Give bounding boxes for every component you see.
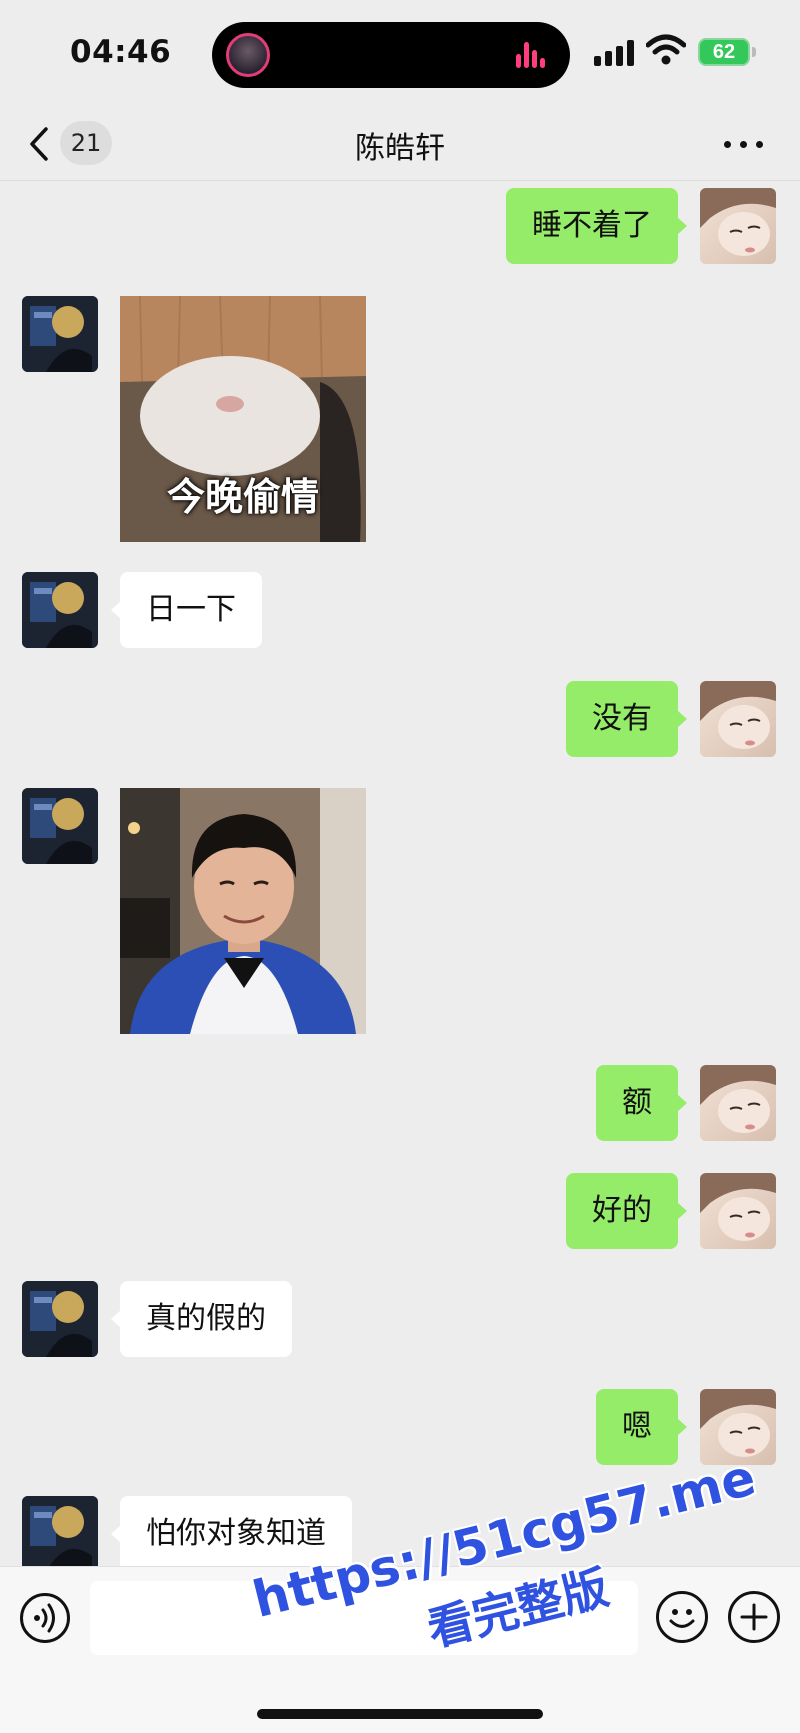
ellipsis-icon	[724, 141, 731, 148]
message-row	[0, 788, 800, 1034]
message-bubble-self[interactable]: 没有	[566, 681, 687, 757]
message-bubble-self[interactable]: 嗯	[596, 1389, 687, 1465]
home-indicator[interactable]	[257, 1709, 543, 1719]
contact-avatar[interactable]	[22, 1281, 98, 1357]
emoji-button[interactable]	[656, 1591, 708, 1643]
message-row: 好的	[0, 1173, 800, 1249]
self-avatar[interactable]	[700, 1065, 776, 1141]
battery-cap	[752, 47, 756, 57]
status-bar: 04:46 62	[0, 0, 800, 105]
chat-input-bar	[0, 1566, 800, 1733]
status-time: 04:46	[70, 34, 172, 70]
photo-sticker-image[interactable]	[120, 788, 366, 1034]
sticker-caption: 今晚偷情	[166, 475, 319, 519]
plus-icon	[740, 1603, 768, 1631]
music-avatar-icon	[226, 33, 270, 77]
chat-title: 陈皓轩	[355, 131, 445, 166]
message-input[interactable]	[90, 1581, 638, 1655]
contact-avatar[interactable]	[22, 572, 98, 648]
message-bubble-other[interactable]: 日一下	[111, 572, 262, 648]
voice-icon	[34, 1603, 55, 1633]
wifi-icon	[646, 34, 686, 65]
emoji-icon	[669, 1609, 695, 1628]
message-bubble-self[interactable]: 睡不着了	[506, 188, 687, 264]
message-bubble-other[interactable]: 怕你对象知道	[111, 1496, 352, 1572]
message-row: 睡不着了	[0, 188, 800, 264]
contact-avatar[interactable]	[22, 788, 98, 864]
message-row: 日一下	[0, 572, 800, 648]
message-row: 今晚偷情	[0, 296, 800, 542]
contact-avatar[interactable]	[22, 1496, 98, 1572]
battery-icon: 62	[698, 38, 750, 66]
sticker-image[interactable]: 今晚偷情	[120, 296, 366, 542]
message-row: 嗯	[0, 1389, 800, 1465]
self-avatar[interactable]	[700, 188, 776, 264]
self-avatar[interactable]	[700, 1173, 776, 1249]
chat-nav-bar: 21 陈皓轩	[0, 105, 800, 181]
message-row: 没有	[0, 681, 800, 757]
message-bubble-self[interactable]: 好的	[566, 1173, 687, 1249]
battery-level: 62	[712, 41, 736, 63]
self-avatar[interactable]	[700, 1389, 776, 1465]
audio-bars-icon	[516, 42, 545, 68]
signal-icon	[594, 40, 636, 66]
more-options-button[interactable]	[720, 129, 770, 159]
dynamic-island[interactable]	[212, 22, 570, 88]
self-avatar[interactable]	[700, 681, 776, 757]
contact-avatar[interactable]	[22, 296, 98, 372]
message-bubble-self[interactable]: 额	[596, 1065, 687, 1141]
message-row: 真的假的	[0, 1281, 800, 1357]
message-bubble-other[interactable]: 真的假的	[111, 1281, 292, 1357]
message-row: 怕你对象知道	[0, 1496, 800, 1572]
more-functions-button[interactable]	[728, 1591, 780, 1643]
message-row: 额	[0, 1065, 800, 1141]
voice-button[interactable]	[20, 1593, 70, 1643]
